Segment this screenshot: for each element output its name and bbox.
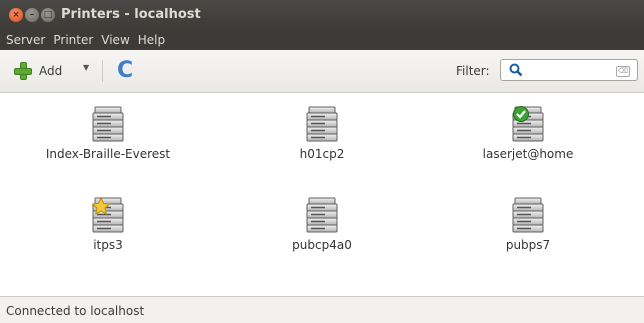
printer-pubcp4a0[interactable]: pubcp4a0 bbox=[222, 197, 422, 252]
printer-label: pubcp4a0 bbox=[292, 238, 352, 252]
filter-label: Filter: bbox=[456, 64, 490, 78]
clear-filter-icon[interactable]: ⌫ bbox=[616, 66, 630, 77]
printer-icon bbox=[91, 196, 125, 233]
minimize-window-button[interactable]: – bbox=[25, 8, 39, 22]
add-button[interactable]: Add bbox=[14, 61, 62, 81]
menu-printer[interactable]: Printer bbox=[49, 30, 97, 50]
add-plus-icon bbox=[14, 62, 32, 80]
printer-icon bbox=[305, 197, 339, 233]
search-icon bbox=[509, 63, 523, 77]
menu-help[interactable]: Help bbox=[134, 30, 169, 50]
status-bar: Connected to localhost bbox=[0, 296, 644, 323]
menu-server[interactable]: Server bbox=[2, 30, 49, 50]
printer-label: Index-Braille-Everest bbox=[45, 147, 171, 161]
close-window-button[interactable]: × bbox=[9, 8, 23, 22]
printer-label: h01cp2 bbox=[299, 147, 345, 161]
window-title: Printers - localhost bbox=[61, 7, 201, 22]
printer-label: itps3 bbox=[93, 238, 123, 252]
printer-icon bbox=[305, 106, 339, 142]
printer-pubps7[interactable]: pubps7 bbox=[428, 197, 628, 252]
printer-itps3[interactable]: itps3 bbox=[8, 196, 208, 252]
printer-icon bbox=[511, 106, 545, 142]
default-checkmark-icon bbox=[513, 106, 529, 122]
toolbar: Add ▼ C Filter: ⌫ bbox=[0, 50, 644, 93]
printer-laserjet-home[interactable]: laserjet@home bbox=[428, 106, 628, 161]
filter-input[interactable]: ⌫ bbox=[500, 59, 638, 81]
printer-index-braille-everest[interactable]: Index-Braille-Everest bbox=[8, 106, 208, 161]
printer-icon bbox=[91, 106, 125, 142]
add-dropdown-arrow-icon[interactable]: ▼ bbox=[83, 63, 89, 72]
menu-bar: Server Printer View Help bbox=[0, 30, 644, 50]
toolbar-separator bbox=[102, 60, 103, 82]
maximize-window-button[interactable]: □ bbox=[41, 8, 55, 22]
printer-label: laserjet@home bbox=[482, 147, 574, 161]
printer-label: pubps7 bbox=[505, 238, 551, 252]
title-bar: × – □ Printers - localhost bbox=[0, 0, 644, 30]
printer-h01cp2[interactable]: h01cp2 bbox=[222, 106, 422, 161]
menu-view[interactable]: View bbox=[97, 30, 133, 50]
add-button-label: Add bbox=[39, 64, 63, 78]
refresh-icon[interactable]: C bbox=[117, 60, 133, 82]
status-text: Connected to localhost bbox=[6, 304, 145, 318]
printer-icon bbox=[511, 197, 545, 233]
printer-grid: Index-Braille-Everest h01cp2 laserjet@ho… bbox=[0, 93, 644, 296]
